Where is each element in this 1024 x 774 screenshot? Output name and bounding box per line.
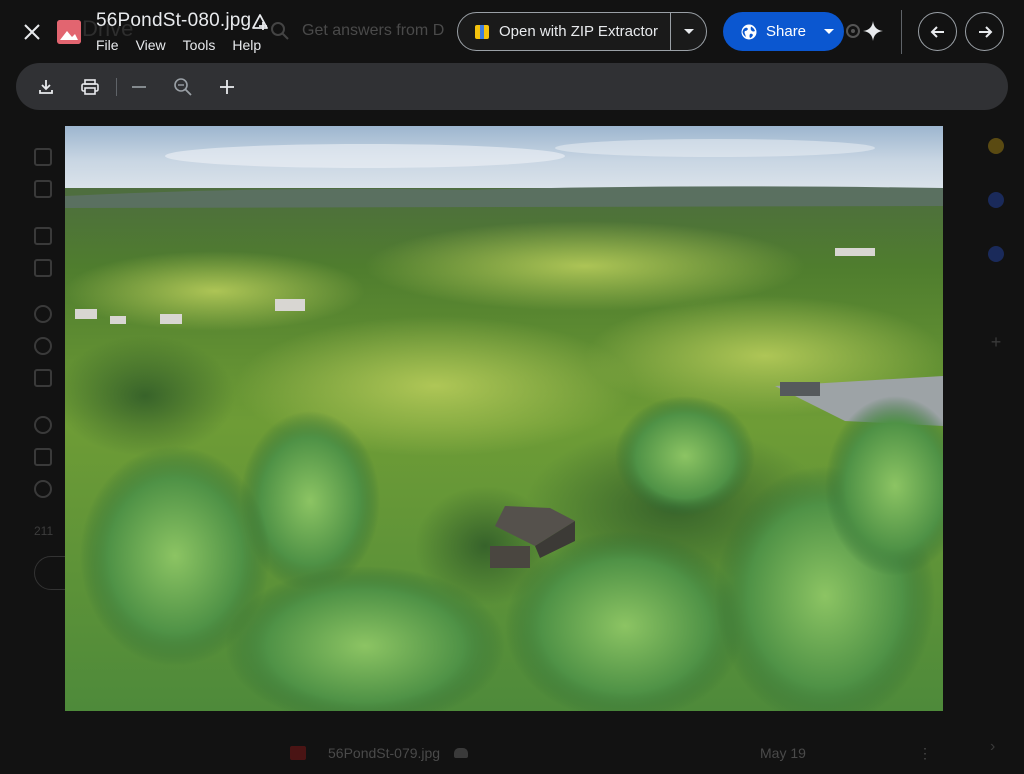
next-file-button[interactable] xyxy=(965,12,1004,51)
share-split-button: Share xyxy=(723,12,844,51)
shared-people-icon xyxy=(454,748,468,758)
menu-tools[interactable]: Tools xyxy=(183,37,216,53)
trash-icon xyxy=(34,448,52,466)
shared-icon xyxy=(34,305,52,323)
image-file-icon xyxy=(57,20,81,44)
globe-icon xyxy=(741,24,757,39)
background-file-row: 56PondSt-079.jpg May 19 ⋮ xyxy=(290,740,940,766)
computers-icon xyxy=(34,259,52,277)
search-icon xyxy=(271,22,289,40)
tasks-icon xyxy=(988,192,1004,208)
menu-help[interactable]: Help xyxy=(232,37,261,53)
storage-text: 211 xyxy=(34,524,54,538)
aerial-forest-photo xyxy=(65,126,943,711)
background-search-bar: Get answers from D xyxy=(270,14,460,48)
zoom-out-icon xyxy=(132,85,146,88)
zoom-reset-button[interactable] xyxy=(165,69,201,105)
zoom-in-button[interactable] xyxy=(209,69,245,105)
header-divider xyxy=(901,10,902,54)
close-icon xyxy=(24,24,40,40)
storage-icon xyxy=(34,480,52,498)
image-file-icon xyxy=(290,746,306,760)
chevron-right-icon: › xyxy=(990,738,996,755)
contacts-icon xyxy=(988,246,1004,262)
file-row-name: 56PondSt-079.jpg xyxy=(328,745,441,761)
add-shortcut-to-drive-icon[interactable] xyxy=(250,12,270,32)
file-title: 56PondSt-080.jpg xyxy=(96,10,252,31)
zip-extractor-icon xyxy=(475,24,489,39)
more-options-icon: ⋮ xyxy=(918,744,932,761)
spam-icon xyxy=(34,416,52,434)
caret-down-icon xyxy=(683,29,694,34)
open-with-label: Open with ZIP Extractor xyxy=(499,23,658,40)
gear-icon xyxy=(846,24,860,38)
image-preview[interactable] xyxy=(65,126,943,711)
print-button[interactable] xyxy=(72,69,108,105)
recent-icon xyxy=(34,337,52,355)
open-with-split-button: Open with ZIP Extractor xyxy=(457,12,707,51)
starred-icon xyxy=(34,369,52,387)
search-placeholder: Get answers from D xyxy=(302,22,445,39)
download-button[interactable] xyxy=(28,69,64,105)
my-drive-icon xyxy=(34,227,52,245)
close-viewer-button[interactable] xyxy=(16,16,48,48)
activity-icon xyxy=(34,180,52,198)
menu-file[interactable]: File xyxy=(96,37,119,53)
arrow-left-icon xyxy=(930,25,944,38)
file-row-date: May 19 xyxy=(760,745,806,761)
add-addon-icon: + xyxy=(990,332,1002,352)
zoom-reset-icon xyxy=(174,77,192,96)
menu-bar: File View Tools Help xyxy=(96,37,261,53)
home-icon xyxy=(34,148,52,166)
previous-file-button[interactable] xyxy=(918,12,957,51)
viewer-toolbar xyxy=(16,63,1008,110)
arrow-right-icon xyxy=(978,25,992,38)
open-with-dropdown-button[interactable] xyxy=(671,13,706,50)
zoom-in-icon xyxy=(220,79,234,94)
menu-view[interactable]: View xyxy=(136,37,166,53)
print-icon xyxy=(81,78,99,95)
open-with-button[interactable]: Open with ZIP Extractor xyxy=(458,13,670,50)
gemini-sparkle-icon[interactable] xyxy=(862,20,884,42)
caret-down-icon xyxy=(823,29,834,34)
keep-icon xyxy=(988,138,1004,154)
share-button[interactable]: Share xyxy=(723,12,819,51)
download-icon xyxy=(39,79,53,94)
toolbar-divider xyxy=(116,77,117,96)
zoom-out-button[interactable] xyxy=(121,69,157,105)
share-dropdown-button[interactable] xyxy=(819,12,844,51)
share-label: Share xyxy=(766,23,807,40)
